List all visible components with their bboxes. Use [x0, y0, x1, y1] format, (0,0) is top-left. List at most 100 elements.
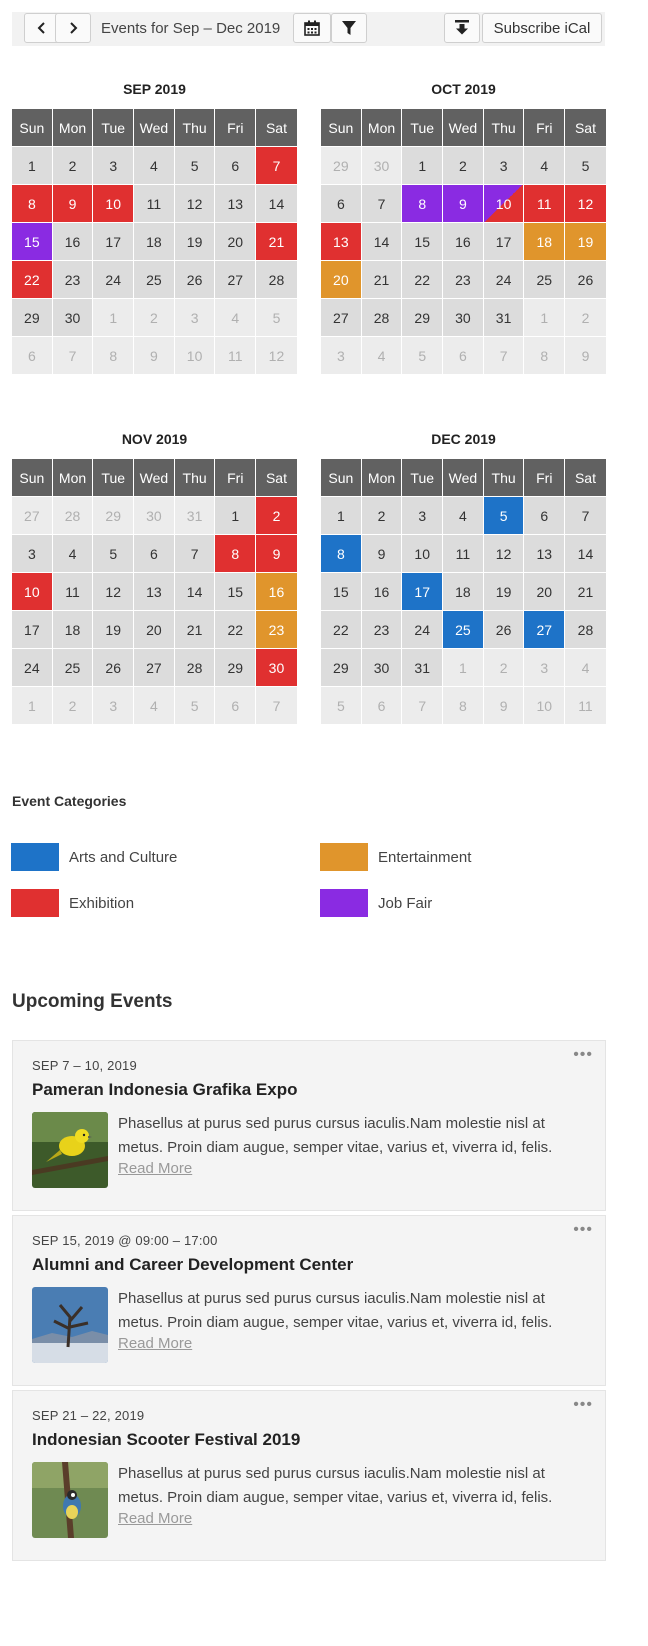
day-cell-event[interactable]: 2 [256, 497, 297, 535]
day-cell-event[interactable]: 16 [256, 573, 297, 611]
day-cell: 13 [215, 185, 257, 223]
day-cell-event[interactable]: 27 [524, 611, 566, 649]
event-description: Phasellus at purus sed purus cursus iacu… [118, 1465, 553, 1506]
day-cell: 4 [361, 337, 403, 375]
day-cell: 20 [215, 223, 257, 261]
day-cell: 31 [483, 299, 525, 337]
day-cell-event[interactable]: 22 [12, 261, 53, 299]
day-cell-event[interactable]: 8 [215, 535, 257, 573]
legend-label: Arts and Culture [69, 848, 178, 866]
day-cell-event[interactable]: 21 [256, 223, 297, 261]
next-button[interactable] [55, 13, 91, 43]
day-cell-event[interactable]: 5 [483, 497, 525, 535]
more-dots-icon[interactable]: ••• [573, 1046, 593, 1064]
winter-tree-image[interactable] [32, 1287, 108, 1363]
yellow-bird-image[interactable] [32, 1112, 108, 1188]
day-cell: 12 [256, 337, 297, 375]
weekday-header: Sun [12, 109, 53, 147]
week-row: 15 16 17 18 19 20 21 [12, 223, 297, 261]
day-cell: 23 [52, 261, 94, 299]
day-cell: 30 [134, 497, 175, 535]
day-cell: 16 [52, 223, 94, 261]
day-cell: 4 [215, 299, 257, 337]
day-cell-event[interactable]: 10 [12, 573, 53, 611]
calendar-view-button[interactable] [293, 13, 331, 43]
day-cell: 13 [134, 573, 175, 611]
day-cell: 24 [402, 611, 444, 649]
day-cell: 5 [256, 299, 297, 337]
day-cell: 8 [443, 687, 484, 725]
day-cell: 2 [443, 147, 484, 185]
read-more-link[interactable]: Read More [118, 1335, 192, 1352]
day-cell-event[interactable]: 20 [321, 261, 362, 299]
day-cell-event[interactable]: 25 [443, 611, 484, 649]
month-grid: Sun Mon Tue Wed Thu Fri Sat 27 28 29 30 31 1 2 3 4 5 6 7 8 9… [12, 459, 297, 725]
legend-item-entertainment[interactable]: Entertainment [320, 843, 471, 871]
weekday-header: Sat [565, 109, 606, 147]
week-row: 29 30 1 2 3 4 5 [321, 147, 606, 185]
event-title[interactable]: Alumni and Career Development Center [32, 1255, 353, 1275]
day-cell: 29 [402, 299, 444, 337]
week-row: 27 28 29 30 31 1 2 [321, 299, 606, 337]
day-cell: 26 [483, 611, 525, 649]
subscribe-ical-button[interactable]: Subscribe iCal [482, 13, 602, 43]
day-cell-event[interactable]: 9 [443, 185, 484, 223]
day-cell: 10 [174, 337, 216, 375]
day-cell-event[interactable]: 19 [565, 223, 606, 261]
day-cell: 11 [443, 535, 484, 573]
day-cell: 22 [321, 611, 362, 649]
more-dots-icon[interactable]: ••• [573, 1221, 593, 1239]
day-cell-event[interactable]: 15 [12, 223, 53, 261]
day-cell-event[interactable]: 13 [321, 223, 362, 261]
day-cell: 27 [215, 261, 257, 299]
weekday-header: Mon [52, 109, 94, 147]
read-more-link[interactable]: Read More [118, 1160, 192, 1177]
day-cell: 5 [321, 687, 362, 725]
day-cell-event[interactable]: 8 [402, 185, 444, 223]
day-cell-event[interactable]: 8 [321, 535, 362, 573]
weekday-header: Sun [321, 109, 362, 147]
event-card[interactable]: ••• SEP 7 – 10, 2019 Pameran Indonesia G… [12, 1040, 606, 1211]
day-cell: 1 [524, 299, 566, 337]
day-cell-event[interactable]: 10 [93, 185, 135, 223]
more-dots-icon[interactable]: ••• [573, 1396, 593, 1414]
download-button[interactable] [444, 13, 480, 43]
legend-item-job-fair[interactable]: Job Fair [320, 889, 432, 917]
day-cell-event[interactable]: 18 [524, 223, 566, 261]
day-cell: 1 [12, 687, 53, 725]
day-cell-event[interactable]: 10 [483, 185, 525, 223]
small-bird-branch-image[interactable] [32, 1462, 108, 1538]
day-cell: 26 [93, 649, 135, 687]
day-cell: 7 [402, 687, 444, 725]
event-card[interactable]: ••• SEP 21 – 22, 2019 Indonesian Scooter… [12, 1390, 606, 1561]
read-more-link[interactable]: Read More [118, 1510, 192, 1527]
day-cell: 1 [443, 649, 484, 687]
filter-button[interactable] [331, 13, 367, 43]
calendar-icon [304, 20, 320, 36]
day-cell: 7 [361, 185, 403, 223]
event-title[interactable]: Pameran Indonesia Grafika Expo [32, 1080, 297, 1100]
weekday-header: Wed [134, 459, 175, 497]
event-card[interactable]: ••• SEP 15, 2019 @ 09:00 – 17:00 Alumni … [12, 1215, 606, 1386]
week-row: 27 28 29 30 31 1 2 [12, 497, 297, 535]
day-cell-event[interactable]: 17 [402, 573, 444, 611]
day-cell-event[interactable]: 8 [12, 185, 53, 223]
day-cell-event[interactable]: 9 [256, 535, 297, 573]
day-cell-event[interactable]: 7 [256, 147, 297, 185]
day-cell-event[interactable]: 23 [256, 611, 297, 649]
weekday-header: Thu [483, 109, 525, 147]
event-title[interactable]: Indonesian Scooter Festival 2019 [32, 1430, 300, 1450]
weekday-header-row: Sun Mon Tue Wed Thu Fri Sat [321, 109, 606, 147]
day-cell-event[interactable]: 12 [565, 185, 606, 223]
legend-item-arts[interactable]: Arts and Culture [11, 843, 177, 871]
weekday-header: Mon [361, 459, 403, 497]
weekday-header: Fri [215, 459, 257, 497]
day-cell: 25 [52, 649, 94, 687]
day-cell-event[interactable]: 11 [524, 185, 566, 223]
day-cell-event[interactable]: 9 [52, 185, 94, 223]
weekday-header: Sat [565, 459, 606, 497]
legend-item-exhibition[interactable]: Exhibition [11, 889, 134, 917]
day-cell: 20 [524, 573, 566, 611]
day-cell: 11 [134, 185, 175, 223]
day-cell-event[interactable]: 30 [256, 649, 297, 687]
